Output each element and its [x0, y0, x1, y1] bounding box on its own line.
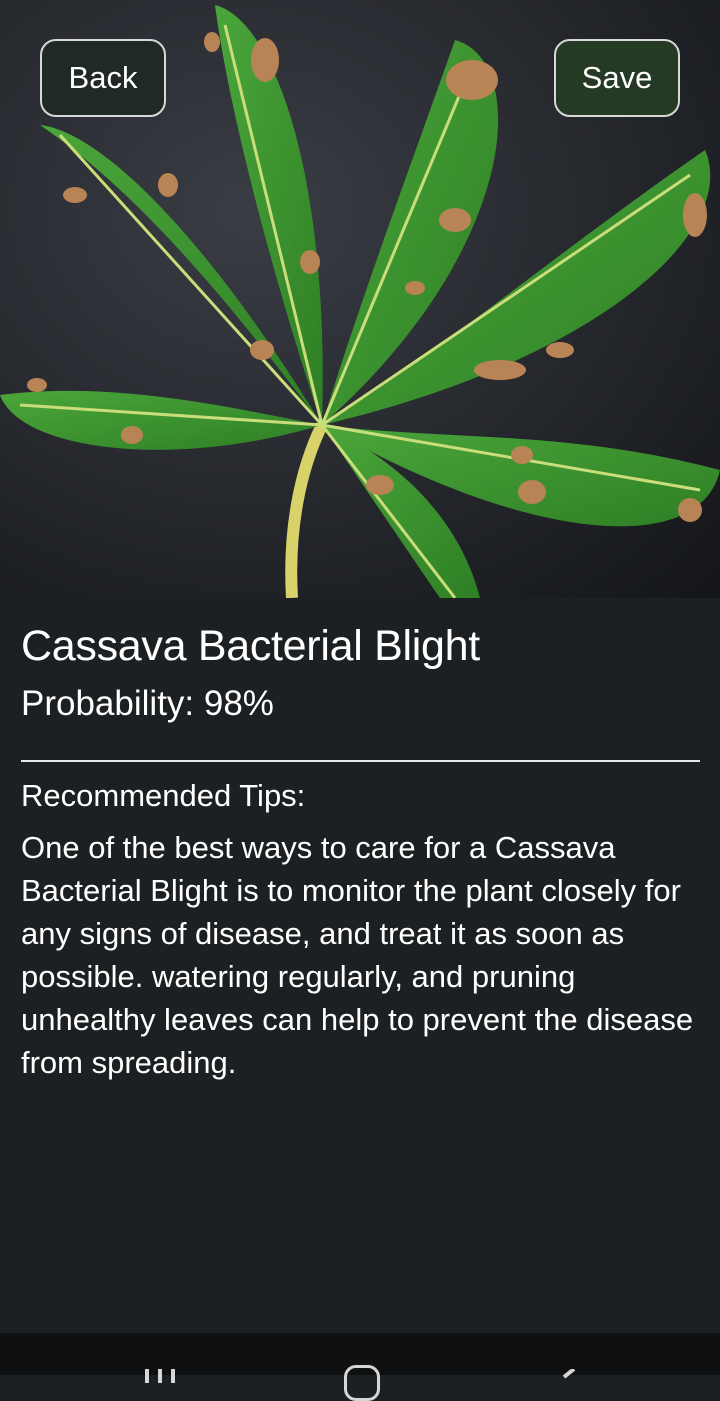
back-button[interactable]: Back — [40, 39, 166, 117]
tips-heading: Recommended Tips: — [21, 778, 306, 813]
tips-body: One of the best ways to care for a Cassa… — [21, 830, 694, 1080]
home-icon[interactable] — [344, 1365, 380, 1401]
divider — [21, 760, 700, 762]
back-icon[interactable] — [560, 1363, 580, 1389]
result-panel: Cassava Bacterial Blight Probability: 98… — [21, 598, 700, 1084]
save-button[interactable]: Save — [554, 39, 680, 117]
recents-icon[interactable] — [145, 1363, 175, 1389]
probability-text: Probability: 98% — [21, 684, 274, 723]
system-navigation-bar — [0, 1333, 720, 1401]
disease-title: Cassava Bacterial Blight — [21, 622, 480, 670]
